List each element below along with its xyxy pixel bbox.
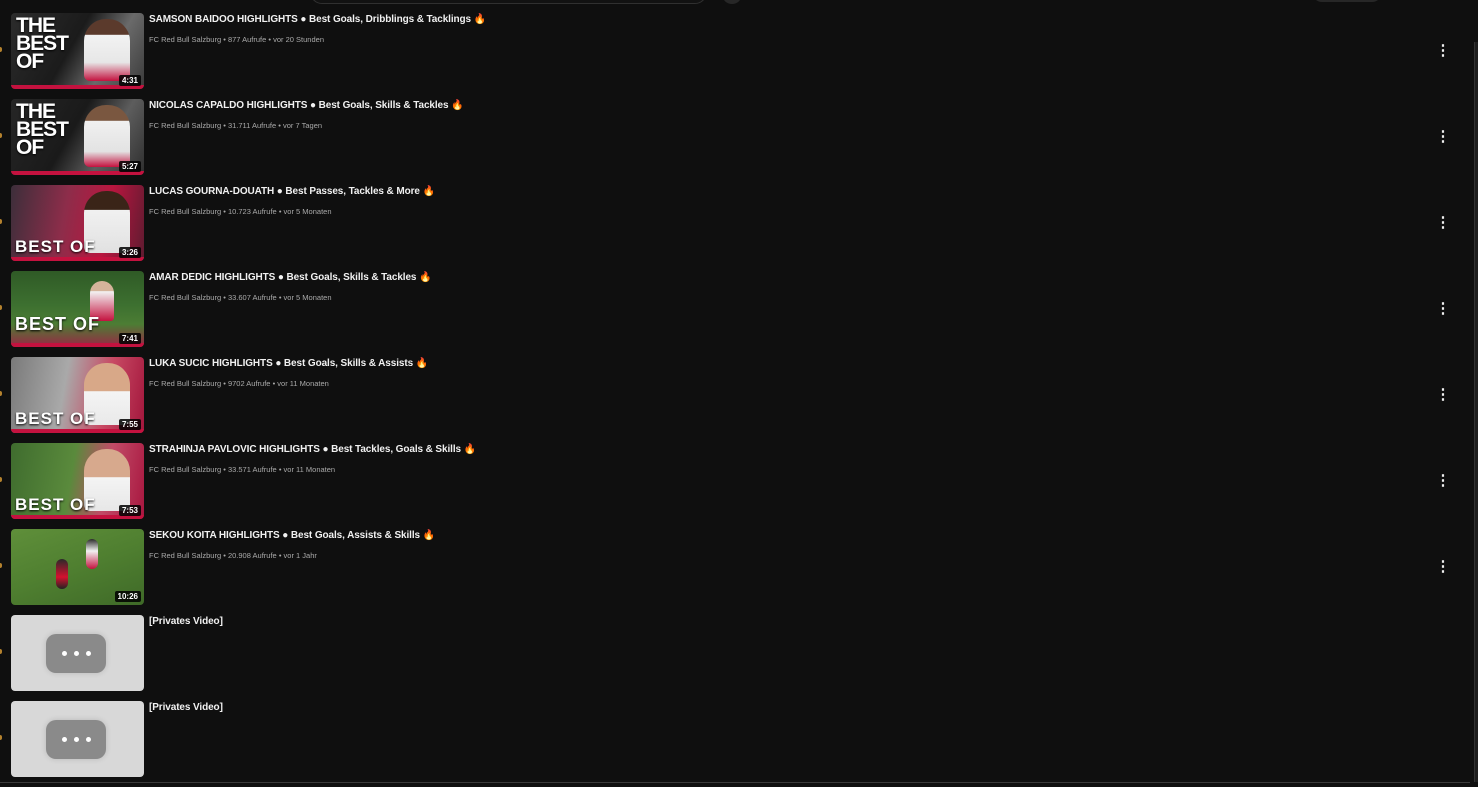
duration-badge: 10:26 xyxy=(114,591,141,602)
thumbnail-text: THE BEST OF xyxy=(16,14,69,73)
upload-age: vor 11 Monaten xyxy=(277,379,329,388)
video-thumbnail[interactable]: BEST OF 3:26 xyxy=(11,185,144,261)
video-meta: FC Red Bull Salzburg • 9702 Aufrufe • vo… xyxy=(149,379,329,388)
voice-search-button[interactable] xyxy=(722,0,742,4)
duration-badge: 7:55 xyxy=(118,419,141,430)
channel-name[interactable]: FC Red Bull Salzburg xyxy=(149,121,221,130)
video-title[interactable]: NICOLAS CAPALDO HIGHLIGHTS ● Best Goals,… xyxy=(149,100,464,111)
video-meta: FC Red Bull Salzburg • 33.607 Aufrufe • … xyxy=(149,293,332,302)
upload-age: vor 20 Stunden xyxy=(273,35,324,44)
video-title[interactable]: LUCAS GOURNA-DOUATH ● Best Passes, Tackl… xyxy=(149,186,435,197)
video-row[interactable]: 10:26 SEKOU KOITA HIGHLIGHTS ● Best Goal… xyxy=(0,529,1470,615)
more-dots-icon xyxy=(46,720,106,759)
private-video-thumbnail[interactable] xyxy=(11,615,144,691)
view-count: 9702 Aufrufe xyxy=(227,379,271,388)
video-thumbnail[interactable]: THE BEST OF 5:27 xyxy=(11,99,144,175)
thumbnail-text: BEST OF xyxy=(15,409,96,428)
video-row[interactable]: BEST OF 3:26 LUCAS GOURNA-DOUATH ● Best … xyxy=(0,185,1470,271)
playing-indicator xyxy=(0,133,2,138)
view-count: 33.571 Aufrufe xyxy=(227,465,277,474)
video-thumbnail[interactable]: BEST OF 7:55 xyxy=(11,357,144,433)
more-actions-icon[interactable]: ⋮ xyxy=(1433,299,1453,319)
playing-indicator xyxy=(0,305,2,310)
video-title[interactable]: [Privates Video] xyxy=(149,616,223,627)
view-count: 31.711 Aufrufe xyxy=(227,121,277,130)
video-meta: FC Red Bull Salzburg • 20.908 Aufrufe • … xyxy=(149,551,317,560)
video-title[interactable]: STRAHINJA PAVLOVIC HIGHLIGHTS ● Best Tac… xyxy=(149,444,476,455)
thumbnail-text: THE BEST OF xyxy=(16,100,69,159)
channel-name[interactable]: FC Red Bull Salzburg xyxy=(149,465,221,474)
upload-age: vor 5 Monaten xyxy=(283,207,332,216)
video-row[interactable]: BEST OF 7:53 STRAHINJA PAVLOVIC HIGHLIGH… xyxy=(0,443,1470,529)
create-button[interactable] xyxy=(1312,0,1382,2)
video-thumbnail[interactable]: THE BEST OF 4:31 xyxy=(11,13,144,89)
more-actions-icon[interactable]: ⋮ xyxy=(1433,471,1453,491)
view-count: 33.607 Aufrufe xyxy=(227,293,277,302)
channel-name[interactable]: FC Red Bull Salzburg xyxy=(149,379,221,388)
player-figure xyxy=(56,559,68,589)
player-figure xyxy=(84,19,130,81)
player-figure xyxy=(86,539,98,569)
more-actions-icon[interactable]: ⋮ xyxy=(1433,557,1453,577)
view-count: 10.723 Aufrufe xyxy=(227,207,277,216)
video-row[interactable]: THE BEST OF 4:31 SAMSON BAIDOO HIGHLIGHT… xyxy=(0,13,1470,99)
duration-badge: 4:31 xyxy=(118,75,141,86)
video-title[interactable]: [Privates Video] xyxy=(149,702,223,713)
playing-indicator xyxy=(0,47,2,52)
playing-indicator xyxy=(0,477,2,482)
playing-indicator xyxy=(0,219,2,224)
private-video-row[interactable]: [Privates Video] xyxy=(0,615,1470,701)
channel-name[interactable]: FC Red Bull Salzburg xyxy=(149,551,221,560)
duration-badge: 7:53 xyxy=(118,505,141,516)
video-title[interactable]: AMAR DEDIC HIGHLIGHTS ● Best Goals, Skil… xyxy=(149,272,432,283)
playing-indicator xyxy=(0,391,2,396)
view-count: 20.908 Aufrufe xyxy=(227,551,277,560)
more-actions-icon[interactable]: ⋮ xyxy=(1433,127,1453,147)
duration-badge: 5:27 xyxy=(118,161,141,172)
upload-age: vor 7 Tagen xyxy=(282,121,323,130)
video-meta: FC Red Bull Salzburg • 10.723 Aufrufe • … xyxy=(149,207,332,216)
view-count: 877 Aufrufe xyxy=(227,35,267,44)
upload-age: vor 1 Jahr xyxy=(283,551,317,560)
duration-badge: 7:41 xyxy=(118,333,141,344)
video-thumbnail[interactable]: 10:26 xyxy=(11,529,144,605)
video-title[interactable]: SEKOU KOITA HIGHLIGHTS ● Best Goals, Ass… xyxy=(149,530,435,541)
thumbnail-text: BEST OF xyxy=(15,495,96,514)
more-actions-icon[interactable]: ⋮ xyxy=(1433,41,1453,61)
video-thumbnail[interactable]: BEST OF 7:53 xyxy=(11,443,144,519)
playing-indicator xyxy=(0,649,2,654)
search-box[interactable] xyxy=(310,0,707,4)
player-figure xyxy=(84,105,130,167)
playlist-video-list: THE BEST OF 4:31 SAMSON BAIDOO HIGHLIGHT… xyxy=(0,13,1470,787)
playing-indicator xyxy=(0,563,2,568)
playing-indicator xyxy=(0,735,2,740)
more-dots-icon xyxy=(46,634,106,673)
channel-name[interactable]: FC Red Bull Salzburg xyxy=(149,207,221,216)
channel-name[interactable]: FC Red Bull Salzburg xyxy=(149,293,221,302)
video-row[interactable]: BEST OF 7:41 AMAR DEDIC HIGHLIGHTS ● Bes… xyxy=(0,271,1470,357)
video-meta: FC Red Bull Salzburg • 31.711 Aufrufe • … xyxy=(149,121,322,130)
video-row[interactable]: THE BEST OF 5:27 NICOLAS CAPALDO HIGHLIG… xyxy=(0,99,1470,185)
thumbnail-text: BEST OF xyxy=(15,237,96,256)
video-title[interactable]: LUKA SUCIC HIGHLIGHTS ● Best Goals, Skil… xyxy=(149,358,428,369)
private-video-thumbnail[interactable] xyxy=(11,701,144,777)
masthead-edge xyxy=(0,0,1478,6)
video-meta: FC Red Bull Salzburg • 33.571 Aufrufe • … xyxy=(149,465,335,474)
duration-badge: 3:26 xyxy=(118,247,141,258)
video-meta: FC Red Bull Salzburg • 877 Aufrufe • vor… xyxy=(149,35,324,44)
video-title[interactable]: SAMSON BAIDOO HIGHLIGHTS ● Best Goals, D… xyxy=(149,14,486,25)
upload-age: vor 5 Monaten xyxy=(283,293,332,302)
upload-age: vor 11 Monaten xyxy=(283,465,336,474)
scrollbar[interactable] xyxy=(1474,42,1478,782)
thumbnail-text: BEST OF xyxy=(15,314,101,334)
private-video-row[interactable]: [Privates Video] xyxy=(0,701,1470,787)
video-row[interactable]: BEST OF 7:55 LUKA SUCIC HIGHLIGHTS ● Bes… xyxy=(0,357,1470,443)
divider xyxy=(0,782,1470,783)
video-thumbnail[interactable]: BEST OF 7:41 xyxy=(11,271,144,347)
channel-name[interactable]: FC Red Bull Salzburg xyxy=(149,35,221,44)
more-actions-icon[interactable]: ⋮ xyxy=(1433,385,1453,405)
more-actions-icon[interactable]: ⋮ xyxy=(1433,213,1453,233)
